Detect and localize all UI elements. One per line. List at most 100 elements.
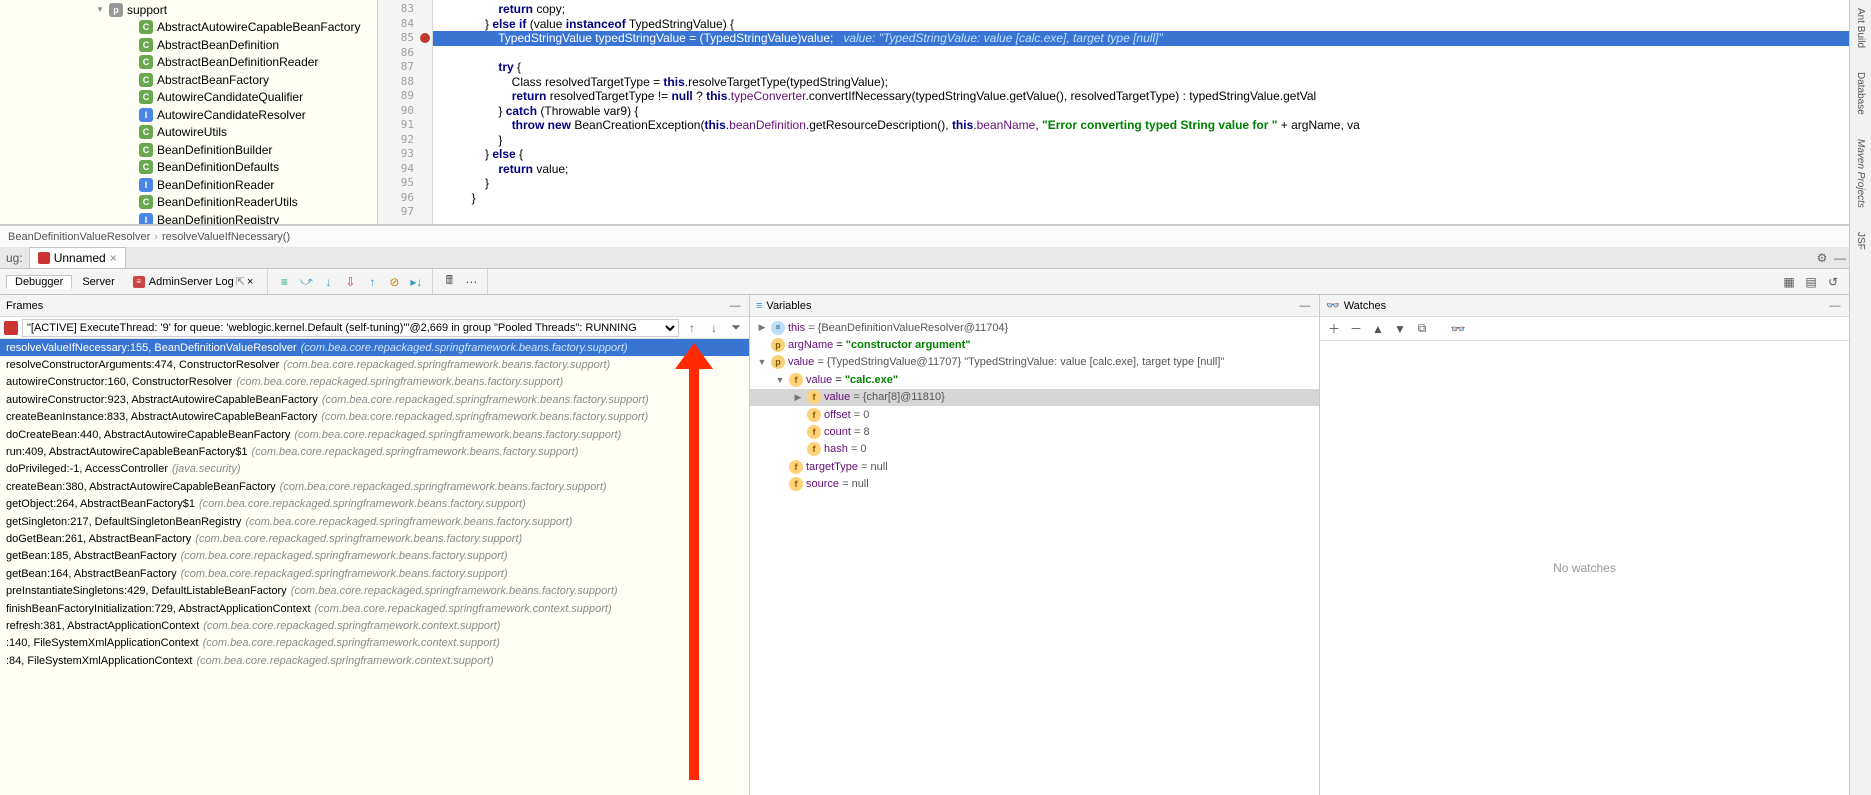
tree-item-label[interactable]: AbstractBeanFactory [157, 73, 269, 87]
minimize-icon[interactable]: — [1827, 298, 1843, 314]
rail-database[interactable]: Database [1855, 72, 1866, 115]
variable-row[interactable]: ▼pvalue = {TypedStringValue@11707} "Type… [750, 354, 1319, 371]
stack-frame[interactable]: autowireConstructor:160, ConstructorReso… [0, 374, 749, 391]
tree-twist-icon[interactable]: ▶ [756, 322, 768, 333]
step-into-icon[interactable]: ↓ [318, 272, 338, 292]
gear-icon[interactable]: ⚙ [1813, 247, 1831, 268]
tree-item-label[interactable]: BeanDefinitionRegistry [157, 213, 279, 224]
minimize-icon[interactable]: — [727, 298, 743, 314]
drop-frame-icon[interactable]: ⊘ [384, 272, 404, 292]
variable-row[interactable]: fsource = null [750, 476, 1319, 493]
run-tab[interactable]: Unnamed × [29, 247, 126, 268]
run-to-cursor-icon[interactable]: ▸↓ [406, 272, 426, 292]
stack-frame[interactable]: finishBeanFactoryInitialization:729, Abs… [0, 600, 749, 617]
variable-row[interactable]: ▶fvalue = {char[8]@11810} [750, 389, 1319, 406]
layout-icon[interactable]: ▤ [1801, 272, 1821, 292]
stack-frame[interactable]: resolveConstructorArguments:474, Constru… [0, 356, 749, 373]
stack-frame[interactable]: :140, FileSystemXmlApplicationContext(co… [0, 635, 749, 652]
stack-frame[interactable]: doGetBean:261, AbstractBeanFactory(com.b… [0, 530, 749, 547]
rail-ant-build[interactable]: Ant Build [1855, 8, 1866, 48]
tree-folder-label[interactable]: support [127, 3, 167, 17]
field-icon: p [771, 338, 785, 352]
stack-frame[interactable]: refresh:381, AbstractApplicationContext(… [0, 617, 749, 634]
close-icon[interactable]: × [110, 251, 117, 265]
rail-maven-projects[interactable]: Maven Projects [1855, 139, 1866, 208]
copy-icon[interactable]: ⧉ [1412, 319, 1432, 339]
down-icon[interactable]: ▼ [1390, 319, 1410, 339]
stack-frame[interactable]: getBean:164, AbstractBeanFactory(com.bea… [0, 565, 749, 582]
tree-item-label[interactable]: BeanDefinitionReader [157, 178, 274, 192]
tree-item-label[interactable]: AbstractBeanDefinitionReader [157, 55, 318, 69]
stack-frame[interactable]: resolveValueIfNecessary:155, BeanDefinit… [0, 339, 749, 356]
editor[interactable]: return copy; } else if (value instanceof… [433, 0, 1849, 224]
stack-frame[interactable]: doPrivileged:-1, AccessController(java.s… [0, 461, 749, 478]
restore-layout-icon[interactable]: ↺ [1823, 272, 1843, 292]
pin-icon[interactable]: ⇱ [236, 275, 245, 288]
debugger-toolbar: Debugger Server ≡ AdminServer Log ⇱ × ≡ … [0, 269, 1849, 295]
remove-watch-icon[interactable]: － [1346, 319, 1366, 339]
variable-row[interactable]: ftargetType = null [750, 458, 1319, 475]
tab-server[interactable]: Server [74, 276, 122, 288]
filter-icon[interactable]: ⏷ [727, 319, 745, 337]
tree-item-label[interactable]: BeanDefinitionReaderUtils [157, 195, 298, 209]
tree-twist-icon[interactable]: ▶ [792, 392, 804, 403]
step-out-icon[interactable]: ↑ [362, 272, 382, 292]
tree-item-label[interactable]: AutowireCandidateResolver [157, 108, 306, 122]
minimize-icon[interactable]: — [1297, 298, 1313, 314]
tree-twist-icon[interactable]: ▼ [756, 357, 768, 367]
tab-adminserver-log[interactable]: ≡ AdminServer Log ⇱ × [125, 275, 262, 288]
evaluate-icon[interactable]: 🖩 [439, 272, 459, 292]
tree-item-label[interactable]: AutowireUtils [157, 125, 227, 139]
tree-twist-icon[interactable]: ▾ [95, 4, 105, 15]
log-icon: ≡ [133, 276, 145, 288]
class-icon: C [139, 20, 153, 34]
variables-tree[interactable]: ▶=this = {BeanDefinitionValueResolver@11… [750, 317, 1319, 795]
stack-frame[interactable]: createBean:380, AbstractAutowireCapableB… [0, 478, 749, 495]
variable-row[interactable]: ▼fvalue = "calc.exe" [750, 371, 1319, 388]
force-step-into-icon[interactable]: ⇩ [340, 272, 360, 292]
stack-frame[interactable]: :84, FileSystemXmlApplicationContext(com… [0, 652, 749, 669]
tree-item-label[interactable]: AutowireCandidateQualifier [157, 90, 303, 104]
breadcrumb[interactable]: BeanDefinitionValueResolver › resolveVal… [0, 225, 1849, 247]
close-icon[interactable]: × [247, 276, 253, 288]
variable-row[interactable]: ▶=this = {BeanDefinitionValueResolver@11… [750, 319, 1319, 336]
tree-item-label[interactable]: AbstractBeanDefinition [157, 38, 279, 52]
rail-jsf[interactable]: JSF [1855, 232, 1866, 250]
stack-frames-list[interactable]: resolveValueIfNecessary:155, BeanDefinit… [0, 339, 749, 795]
thread-select[interactable]: "[ACTIVE] ExecuteThread: '9' for queue: … [22, 319, 679, 337]
stack-frame[interactable]: createBeanInstance:833, AbstractAutowire… [0, 409, 749, 426]
stack-frame[interactable]: getSingleton:217, DefaultSingletonBeanRe… [0, 513, 749, 530]
field-icon: f [807, 390, 821, 404]
tree-item-label[interactable]: BeanDefinitionDefaults [157, 160, 279, 174]
up-icon[interactable]: ▲ [1368, 319, 1388, 339]
prev-frame-icon[interactable]: ↑ [683, 319, 701, 337]
stack-frame[interactable]: autowireConstructor:923, AbstractAutowir… [0, 391, 749, 408]
step-over-icon[interactable]: ⤻ [296, 272, 316, 292]
tree-item-label[interactable]: AbstractAutowireCapableBeanFactory [157, 20, 360, 34]
breakpoint-icon[interactable] [420, 33, 430, 43]
stack-frame[interactable]: getBean:185, AbstractBeanFactory(com.bea… [0, 548, 749, 565]
stack-frame[interactable]: doCreateBean:440, AbstractAutowireCapabl… [0, 426, 749, 443]
show-execution-point-icon[interactable]: ≡ [274, 272, 294, 292]
add-watch-icon[interactable]: ＋ [1324, 319, 1344, 339]
breadcrumb-item[interactable]: BeanDefinitionValueResolver [8, 231, 150, 243]
more-icon[interactable]: ⋯ [461, 272, 481, 292]
next-frame-icon[interactable]: ↓ [705, 319, 723, 337]
variable-row[interactable]: fcount = 8 [750, 423, 1319, 440]
tab-debugger[interactable]: Debugger [6, 275, 72, 289]
editor-gutter[interactable]: 838485868788899091929394959697 [378, 0, 433, 224]
stack-frame[interactable]: preInstantiateSingletons:429, DefaultLis… [0, 582, 749, 599]
minimize-icon[interactable]: — [1831, 247, 1849, 268]
breadcrumb-item[interactable]: resolveValueIfNecessary() [162, 231, 290, 243]
glasses-icon[interactable]: 👓 [1448, 319, 1468, 339]
project-tree[interactable]: ▾ p support CAbstractAutowireCapableBean… [0, 0, 378, 224]
tree-twist-icon[interactable]: ▼ [774, 375, 786, 385]
stack-frame[interactable]: getObject:264, AbstractBeanFactory$1(com… [0, 496, 749, 513]
layout-icon[interactable]: ▦ [1779, 272, 1799, 292]
variable-row[interactable]: pargName = "constructor argument" [750, 336, 1319, 353]
variable-row[interactable]: foffset = 0 [750, 406, 1319, 423]
stack-frame[interactable]: run:409, AbstractAutowireCapableBeanFact… [0, 443, 749, 460]
tree-item-label[interactable]: BeanDefinitionBuilder [157, 143, 272, 157]
class-icon: C [139, 55, 153, 69]
variable-row[interactable]: fhash = 0 [750, 441, 1319, 458]
